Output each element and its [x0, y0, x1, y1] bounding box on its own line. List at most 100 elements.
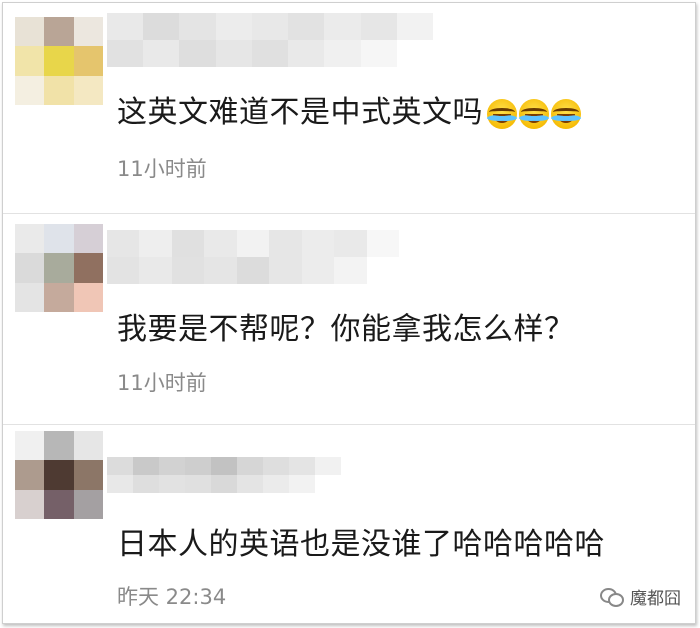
comment-item: 这英文难道不是中式英文吗 11小时前	[3, 3, 695, 213]
username-pixel	[289, 457, 315, 475]
username-pixel	[236, 257, 270, 284]
username-pixel	[185, 475, 211, 493]
avatar-pixel	[15, 489, 45, 519]
username-pixel	[179, 40, 216, 67]
username-pixel	[179, 13, 216, 40]
username-pixel	[360, 40, 397, 67]
comment-time: 11小时前	[117, 157, 207, 181]
comment-text: 日本人的英语也是没谁了哈哈哈哈哈	[117, 527, 605, 562]
avatar[interactable]	[15, 17, 103, 105]
username-pixel	[288, 13, 325, 40]
comment-time: 昨天 22:34	[117, 585, 227, 609]
username-pixel	[143, 40, 180, 67]
username-pixel	[107, 40, 144, 67]
comment-text-content: 这英文难道不是中式英文吗	[117, 95, 483, 130]
username-pixel	[159, 457, 185, 475]
username-pixel	[366, 230, 399, 257]
laugh-cry-emoji	[551, 98, 581, 129]
username-pixel	[396, 13, 433, 40]
watermark: 魔都囧	[600, 584, 681, 609]
avatar-pixel	[44, 253, 74, 283]
username-pixel	[211, 475, 237, 493]
comment-list: 这英文难道不是中式英文吗 11小时前 我要是不帮呢？你能拿我怎么样？ 11小时前…	[2, 2, 696, 624]
username-pixel	[289, 475, 315, 493]
laugh-cry-emoji	[519, 98, 549, 129]
avatar-pixel	[73, 253, 103, 283]
avatar-pixel	[73, 75, 103, 105]
avatar-pixel	[15, 75, 45, 105]
username-blurred[interactable]	[107, 457, 341, 493]
username-pixel	[263, 475, 289, 493]
username-pixel	[107, 13, 144, 40]
avatar-pixel	[15, 253, 45, 283]
username-pixel	[204, 257, 237, 284]
username-pixel	[301, 257, 335, 284]
comment-text: 这英文难道不是中式英文吗	[117, 87, 581, 131]
emoji-row	[487, 98, 581, 129]
username-pixel	[215, 13, 252, 40]
avatar-pixel	[44, 489, 74, 519]
username-pixel	[324, 40, 361, 67]
comment-text: 我要是不帮呢？你能拿我怎么样？	[117, 312, 575, 347]
avatar-pixel	[15, 282, 45, 312]
username-pixel	[171, 230, 205, 257]
avatar-pixel	[44, 75, 74, 105]
username-pixel	[237, 475, 263, 493]
laugh-cry-emoji	[487, 98, 517, 129]
username-pixel	[215, 40, 252, 67]
username-pixel	[107, 457, 133, 475]
username-blurred[interactable]	[107, 230, 399, 284]
avatar-pixel	[44, 431, 74, 461]
username-pixel	[133, 475, 159, 493]
username-pixel	[159, 475, 185, 493]
username-pixel	[324, 13, 361, 40]
comment-item: 日本人的英语也是没谁了哈哈哈哈哈 昨天 22:34	[3, 425, 695, 623]
username-pixel	[237, 457, 263, 475]
username-pixel	[396, 40, 433, 67]
comment-time: 11小时前	[117, 371, 207, 395]
username-pixel	[288, 40, 325, 67]
username-pixel	[360, 13, 397, 40]
username-pixel	[251, 40, 289, 67]
username-pixel	[139, 257, 172, 284]
username-pixel	[139, 230, 172, 257]
username-pixel	[269, 230, 302, 257]
username-pixel	[171, 257, 205, 284]
username-pixel	[107, 475, 133, 493]
username-pixel	[143, 13, 180, 40]
avatar-pixel	[44, 46, 74, 76]
avatar-pixel	[15, 46, 45, 76]
username-pixel	[107, 230, 140, 257]
username-pixel	[263, 457, 289, 475]
username-pixel	[204, 230, 237, 257]
avatar-pixel	[73, 17, 103, 47]
avatar-pixel	[15, 224, 45, 254]
comment-item: 我要是不帮呢？你能拿我怎么样？ 11小时前	[3, 214, 695, 424]
avatar-pixel	[44, 224, 74, 254]
avatar[interactable]	[15, 431, 103, 519]
avatar-pixel	[73, 46, 103, 76]
username-pixel	[185, 457, 211, 475]
username-pixel	[211, 457, 237, 475]
username-pixel	[315, 457, 341, 475]
username-pixel	[366, 257, 399, 284]
username-pixel	[269, 257, 302, 284]
username-pixel	[251, 13, 289, 40]
avatar-pixel	[44, 17, 74, 47]
username-pixel	[301, 230, 335, 257]
avatar-pixel	[73, 431, 103, 461]
avatar-pixel	[15, 460, 45, 490]
avatar-pixel	[73, 224, 103, 254]
avatar-pixel	[73, 282, 103, 312]
avatar-pixel	[73, 460, 103, 490]
avatar-pixel	[15, 17, 45, 47]
avatar[interactable]	[15, 224, 103, 312]
wechat-icon	[600, 587, 624, 607]
avatar-pixel	[73, 489, 103, 519]
avatar-pixel	[15, 431, 45, 461]
username-pixel	[107, 257, 140, 284]
username-pixel	[334, 257, 367, 284]
avatar-pixel	[44, 460, 74, 490]
username-blurred[interactable]	[107, 13, 433, 67]
username-pixel	[236, 230, 270, 257]
